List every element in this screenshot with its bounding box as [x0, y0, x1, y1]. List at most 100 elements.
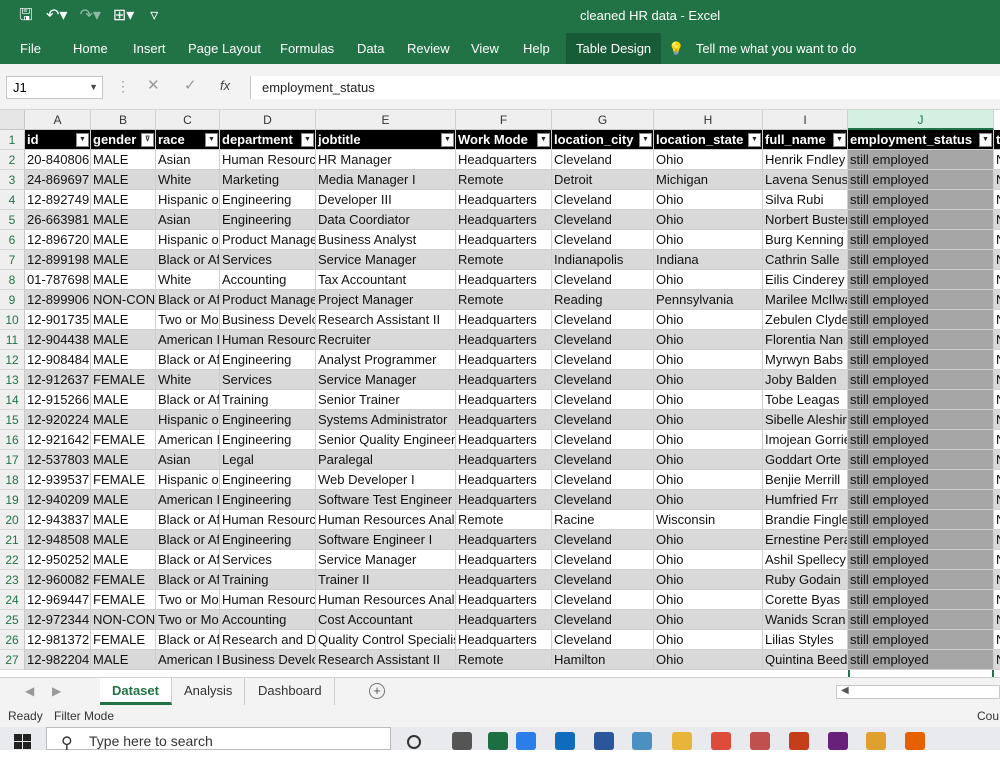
- table-cell[interactable]: Headquarters: [456, 610, 552, 630]
- table-cell[interactable]: Remote: [456, 510, 552, 530]
- chevron-down-icon[interactable]: ▼: [89, 77, 98, 98]
- tab-formulas[interactable]: Formulas: [270, 33, 344, 64]
- table-cell[interactable]: Cleveland: [552, 590, 654, 610]
- table-cell[interactable]: still employed: [848, 230, 994, 250]
- mail-icon[interactable]: [555, 732, 575, 750]
- column-header-b[interactable]: B: [91, 110, 156, 130]
- table-cell[interactable]: 12-915266: [25, 390, 91, 410]
- table-cell[interactable]: still employed: [848, 610, 994, 630]
- table-cell[interactable]: Headquarters: [456, 390, 552, 410]
- table-cell[interactable]: Zebulen Clyde: [763, 310, 848, 330]
- table-cell[interactable]: Headquarters: [456, 570, 552, 590]
- table-cell[interactable]: Engineering: [220, 350, 316, 370]
- table-cell[interactable]: N: [994, 270, 1000, 290]
- table-cell[interactable]: Cleveland: [552, 570, 654, 590]
- table-cell[interactable]: FEMALE: [91, 630, 156, 650]
- notepad-icon[interactable]: [632, 732, 652, 750]
- table-cell[interactable]: White: [156, 170, 220, 190]
- table-cell[interactable]: Cleveland: [552, 330, 654, 350]
- table-cell[interactable]: Engineering: [220, 210, 316, 230]
- table-cell[interactable]: N: [994, 650, 1000, 670]
- row-header[interactable]: 10: [0, 310, 25, 330]
- row-header[interactable]: 5: [0, 210, 25, 230]
- table-cell[interactable]: Ashil Spellecy: [763, 550, 848, 570]
- name-box[interactable]: J1 ▼: [6, 76, 103, 99]
- table-cell[interactable]: Trainer II: [316, 570, 456, 590]
- table-cell[interactable]: Research Assistant II: [316, 650, 456, 670]
- table-cell[interactable]: N: [994, 290, 1000, 310]
- table-header-cell[interactable]: Work Mode ▼: [456, 130, 552, 150]
- table-cell[interactable]: MALE: [91, 490, 156, 510]
- table-cell[interactable]: Services: [220, 250, 316, 270]
- table-cell[interactable]: 12-892749: [25, 190, 91, 210]
- row-header[interactable]: 16: [0, 430, 25, 450]
- filter-dropdown-icon[interactable]: ▼: [833, 133, 846, 147]
- spreadsheet-grid[interactable]: A B C D E F G H I J 1 id ▼ gender ⊽ race ▼ department ▼ job…: [0, 110, 1000, 677]
- table-cell[interactable]: Ohio: [654, 590, 763, 610]
- table-cell[interactable]: 12-982204: [25, 650, 91, 670]
- table-cell[interactable]: American Indian: [156, 650, 220, 670]
- tab-insert[interactable]: Insert: [123, 33, 176, 64]
- table-cell[interactable]: Remote: [456, 250, 552, 270]
- table-cell[interactable]: Reading: [552, 290, 654, 310]
- sheet-tab-analysis[interactable]: Analysis: [172, 678, 246, 705]
- table-cell[interactable]: Cleveland: [552, 350, 654, 370]
- column-header-e[interactable]: E: [316, 110, 456, 130]
- filter-dropdown-icon[interactable]: ▼: [748, 133, 761, 147]
- table-cell[interactable]: Sibelle Aleshire: [763, 410, 848, 430]
- table-cell[interactable]: Headquarters: [456, 350, 552, 370]
- undo-icon[interactable]: ↶▾: [46, 6, 67, 26]
- table-cell[interactable]: Cleveland: [552, 190, 654, 210]
- table-cell[interactable]: White: [156, 270, 220, 290]
- table-cell[interactable]: still employed: [848, 190, 994, 210]
- table-cell[interactable]: Service Manager: [316, 550, 456, 570]
- table-cell[interactable]: MALE: [91, 210, 156, 230]
- row-header[interactable]: 7: [0, 250, 25, 270]
- table-cell[interactable]: Detroit: [552, 170, 654, 190]
- tab-file[interactable]: File: [10, 33, 51, 64]
- table-cell[interactable]: Remote: [456, 650, 552, 670]
- table-cell[interactable]: Web Developer I: [316, 470, 456, 490]
- table-cell[interactable]: Ohio: [654, 470, 763, 490]
- table-cell[interactable]: still employed: [848, 410, 994, 430]
- table-cell[interactable]: Developer III: [316, 190, 456, 210]
- table-cell[interactable]: 12-904438: [25, 330, 91, 350]
- table-cell[interactable]: Black or African American: [156, 530, 220, 550]
- row-header[interactable]: 6: [0, 230, 25, 250]
- table-cell[interactable]: still employed: [848, 570, 994, 590]
- table-cell[interactable]: Ohio: [654, 410, 763, 430]
- row-header[interactable]: 21: [0, 530, 25, 550]
- table-cell[interactable]: still employed: [848, 550, 994, 570]
- ms-paint-3d-icon[interactable]: [866, 732, 886, 750]
- visual-studio-icon[interactable]: [828, 732, 848, 750]
- enter-icon[interactable]: ✓: [184, 76, 197, 94]
- table-cell[interactable]: MALE: [91, 530, 156, 550]
- table-cell[interactable]: 12-940209: [25, 490, 91, 510]
- column-header-j[interactable]: J: [848, 110, 994, 130]
- add-sheet-icon[interactable]: +: [369, 683, 385, 699]
- table-cell[interactable]: Silva Rubi: [763, 190, 848, 210]
- powerpoint-icon[interactable]: [789, 732, 809, 750]
- table-cell[interactable]: American Indian: [156, 430, 220, 450]
- table-header-cell[interactable]: gender ⊽: [91, 130, 156, 150]
- row-header[interactable]: 22: [0, 550, 25, 570]
- table-cell[interactable]: Headquarters: [456, 330, 552, 350]
- table-cell[interactable]: Cost Accountant: [316, 610, 456, 630]
- table-cell[interactable]: Hispanic or Latino: [156, 470, 220, 490]
- table-cell[interactable]: Cleveland: [552, 270, 654, 290]
- column-header-d[interactable]: D: [220, 110, 316, 130]
- sheet-prev-icon[interactable]: ◀: [25, 684, 34, 698]
- table-cell[interactable]: Senior Trainer: [316, 390, 456, 410]
- table-cell[interactable]: Product Management: [220, 230, 316, 250]
- row-header[interactable]: 15: [0, 410, 25, 430]
- table-cell[interactable]: 12-920224: [25, 410, 91, 430]
- table-cell[interactable]: 12-981372: [25, 630, 91, 650]
- table-cell[interactable]: Cleveland: [552, 630, 654, 650]
- tab-page-layout[interactable]: Page Layout: [178, 33, 271, 64]
- column-header-a[interactable]: A: [25, 110, 91, 130]
- table-cell[interactable]: MALE: [91, 350, 156, 370]
- table-cell[interactable]: Human Resources Analyst: [316, 590, 456, 610]
- table-cell[interactable]: still employed: [848, 470, 994, 490]
- table-cell[interactable]: Cleveland: [552, 450, 654, 470]
- word-icon[interactable]: [594, 732, 614, 750]
